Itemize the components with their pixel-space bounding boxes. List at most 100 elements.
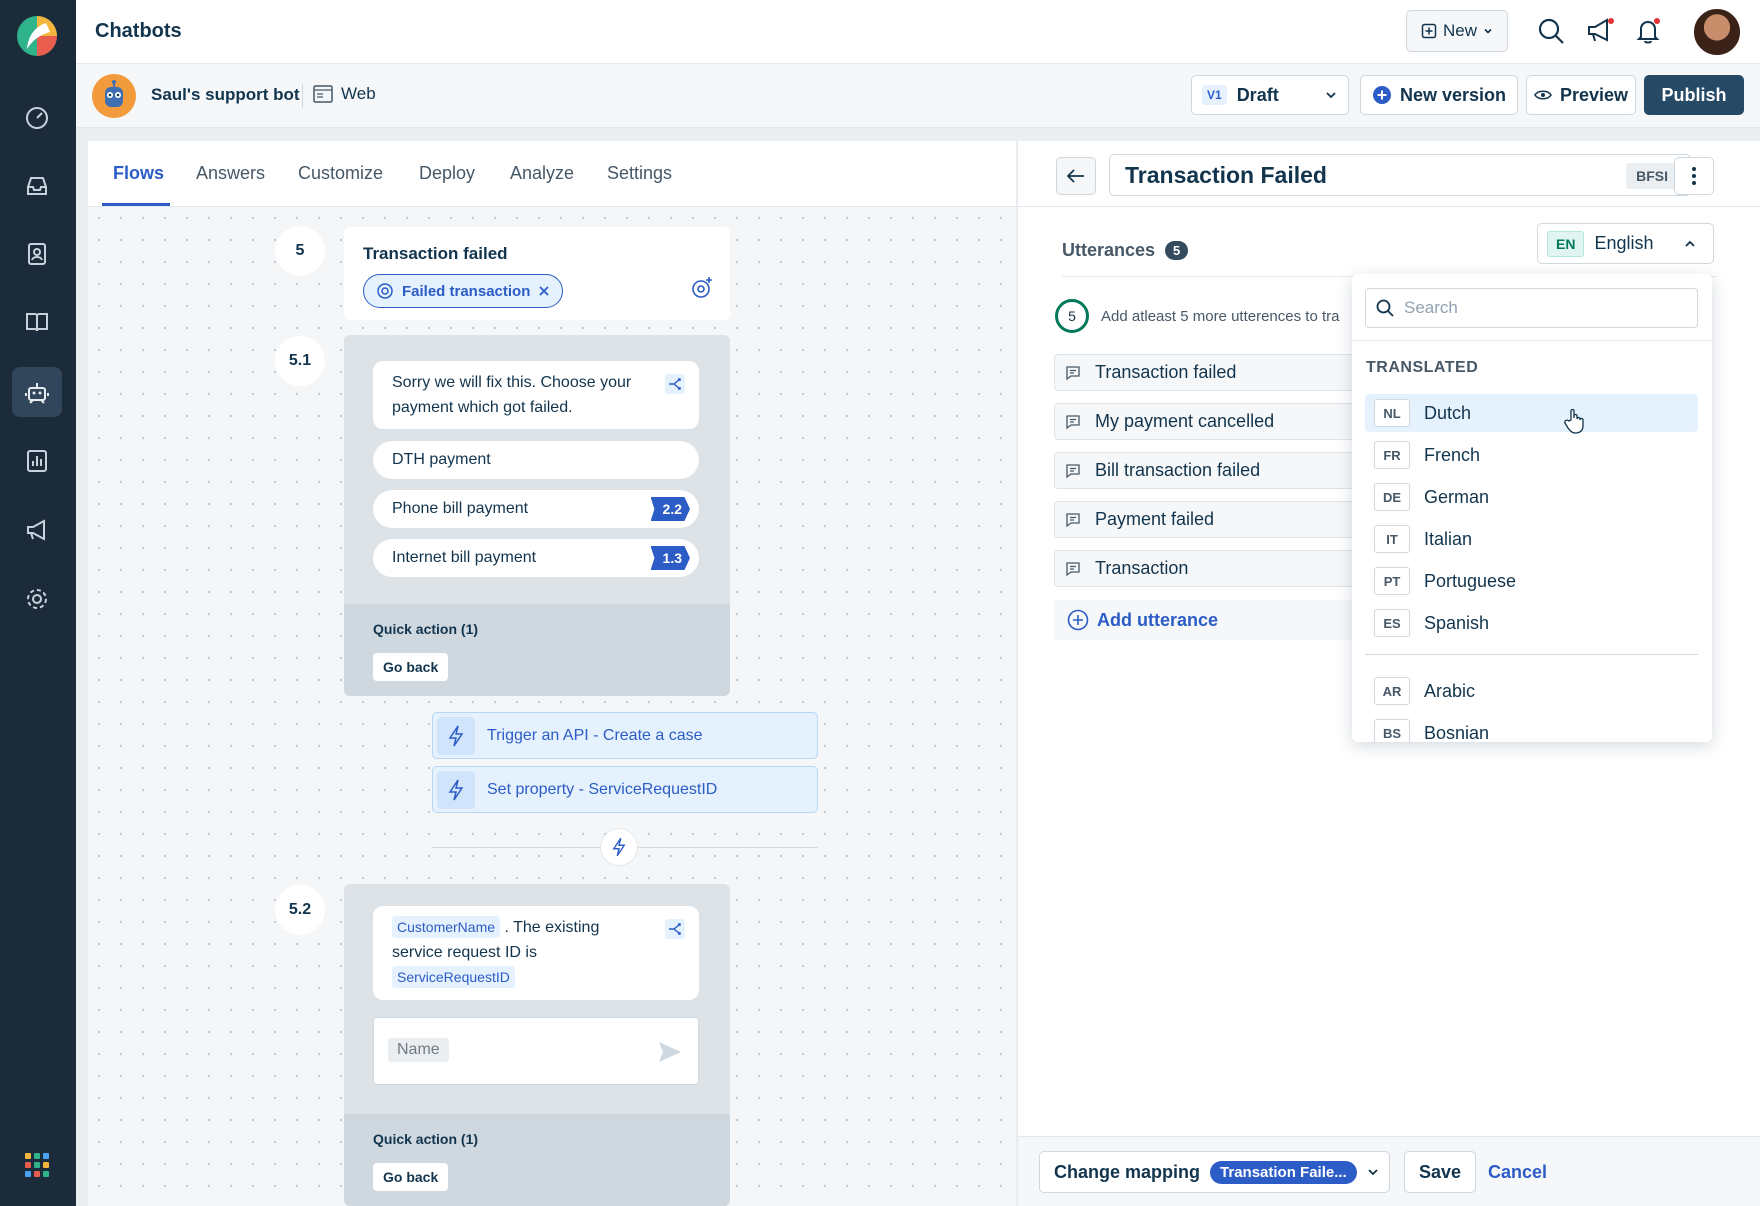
language-option-spanish[interactable]: ES Spanish: [1365, 604, 1698, 642]
new-version-button[interactable]: New version: [1360, 75, 1518, 115]
option-pill[interactable]: Internet bill payment 1.3: [373, 539, 699, 577]
name-input-preview[interactable]: Name: [373, 1017, 699, 1085]
back-button[interactable]: [1056, 157, 1096, 195]
eye-icon: [1534, 90, 1552, 100]
sidebar-item-chatbots[interactable]: [12, 367, 62, 417]
app-logo-icon[interactable]: [16, 15, 58, 57]
language-option-italian[interactable]: IT Italian: [1365, 520, 1698, 558]
notification-bell-icon[interactable]: [1631, 14, 1665, 48]
language-option-french[interactable]: FR French: [1365, 436, 1698, 474]
input-placeholder: Name: [388, 1038, 449, 1062]
change-mapping-select[interactable]: Change mapping Transation Faile...: [1039, 1151, 1390, 1193]
variable-chip[interactable]: ServiceRequestID: [392, 966, 515, 988]
sidebar-item-analytics[interactable]: [12, 436, 62, 486]
divider: [1352, 340, 1712, 341]
active-tab-indicator: [102, 203, 170, 206]
message-block: Sorry we will fix this. Choose your paym…: [344, 335, 730, 696]
tab-settings[interactable]: Settings: [607, 163, 672, 184]
sidebar-item-inbox[interactable]: [12, 161, 62, 211]
option-pill[interactable]: DTH payment: [373, 441, 699, 479]
action-row[interactable]: Trigger an API - Create a case: [432, 712, 818, 759]
app-switcher-icon[interactable]: [25, 1153, 49, 1177]
variable-chip[interactable]: CustomerName: [392, 916, 501, 938]
language-option-dutch[interactable]: NL Dutch: [1365, 394, 1698, 432]
sidebar-item-settings[interactable]: [12, 574, 62, 624]
sidebar-item-dashboard[interactable]: [12, 93, 62, 143]
new-button[interactable]: New: [1406, 10, 1508, 52]
more-options-button[interactable]: [1674, 157, 1714, 195]
language-code: EN: [1547, 230, 1585, 257]
go-back-button[interactable]: Go back: [373, 1163, 449, 1191]
bot-message[interactable]: CustomerName . The existing service requ…: [373, 906, 699, 1000]
progress-ring: 5: [1055, 299, 1089, 333]
utterances-count: 5: [1165, 241, 1189, 260]
utterance-row[interactable]: Bill transaction failed: [1054, 452, 1354, 489]
announcement-icon[interactable]: [1583, 14, 1617, 48]
add-action-button[interactable]: [600, 828, 638, 866]
utterances-label: Utterances: [1062, 240, 1156, 260]
jump-tag[interactable]: 2.2: [650, 497, 690, 521]
sidebar-item-knowledge[interactable]: [12, 297, 62, 347]
language-name: French: [1424, 444, 1481, 465]
utterance-row[interactable]: Transaction failed: [1054, 354, 1354, 391]
tab-customize[interactable]: Customize: [298, 163, 383, 184]
language-search-input[interactable]: Search: [1365, 288, 1698, 328]
utterance-row[interactable]: Payment failed: [1054, 501, 1354, 538]
lightning-icon: [437, 770, 475, 809]
utterance-row[interactable]: My payment cancelled: [1054, 403, 1354, 440]
language-code: BS: [1374, 719, 1410, 742]
send-icon[interactable]: [658, 1041, 682, 1063]
intent-chip[interactable]: Failed transaction: [363, 274, 564, 308]
option-label: Internet bill payment: [392, 549, 537, 566]
language-option-arabic[interactable]: AR Arabic: [1365, 672, 1698, 710]
category-badge: BFSI: [1626, 163, 1678, 189]
option-label: DTH payment: [392, 451, 491, 468]
tab-deploy[interactable]: Deploy: [419, 163, 475, 184]
option-pill[interactable]: Phone bill payment 2.2: [373, 490, 699, 528]
user-avatar[interactable]: [1692, 7, 1742, 57]
preview-button[interactable]: Preview: [1526, 75, 1636, 115]
bot-avatar: [92, 74, 136, 118]
sidebar-item-contacts[interactable]: [12, 229, 62, 279]
kebab-menu-icon: [1692, 167, 1696, 185]
language-option-bosnian[interactable]: BS Bosnian: [1365, 714, 1698, 742]
utterance-row[interactable]: Transaction: [1054, 550, 1354, 587]
target-icon: [377, 283, 393, 299]
utterance-text: Bill transaction failed: [1095, 460, 1261, 480]
bot-name: Saul's support bot: [151, 85, 300, 104]
sidebar-item-campaigns[interactable]: [12, 505, 62, 555]
save-button[interactable]: Save: [1404, 1151, 1476, 1193]
quick-action-label: Quick action (1): [373, 1131, 479, 1147]
branch-icon[interactable]: [665, 374, 685, 394]
mapping-chip: Transation Faile...: [1210, 1160, 1357, 1184]
language-code: FR: [1374, 441, 1410, 469]
add-utterance-button[interactable]: Add utterance: [1054, 600, 1354, 640]
branch-icon[interactable]: [665, 919, 685, 939]
language-name: Italian: [1424, 528, 1473, 549]
publish-button[interactable]: Publish: [1644, 75, 1744, 115]
action-row[interactable]: Set property - ServiceRequestID: [432, 766, 818, 813]
lightning-icon: [612, 837, 626, 857]
tab-analyze[interactable]: Analyze: [510, 163, 574, 184]
inbox-icon: [27, 177, 47, 195]
utterances-heading: Utterances 5: [1062, 240, 1189, 261]
version-select[interactable]: V1 Draft: [1191, 75, 1349, 115]
language-option-portuguese[interactable]: PT Portuguese: [1365, 562, 1698, 600]
tab-answers[interactable]: Answers: [196, 163, 265, 184]
jump-tag[interactable]: 1.3: [650, 546, 690, 570]
intent-title-field[interactable]: Transaction Failed BFSI: [1109, 154, 1691, 196]
action-label: Set property - ServiceRequestID: [487, 780, 718, 798]
bot-message[interactable]: Sorry we will fix this. Choose your paym…: [373, 361, 699, 429]
version-status: Draft: [1236, 84, 1279, 105]
gear-icon: [27, 589, 47, 609]
version-tag: V1: [1202, 85, 1227, 105]
add-target-icon[interactable]: [690, 276, 714, 300]
language-option-german[interactable]: DE German: [1365, 478, 1698, 516]
cancel-button[interactable]: Cancel: [1488, 1151, 1547, 1193]
language-select[interactable]: EN English: [1537, 223, 1714, 264]
intent-card[interactable]: Transaction failed Failed transaction: [344, 227, 730, 320]
tab-flows[interactable]: Flows: [113, 163, 164, 184]
close-icon[interactable]: [538, 285, 550, 297]
go-back-button[interactable]: Go back: [373, 653, 449, 681]
search-icon[interactable]: [1534, 14, 1568, 48]
